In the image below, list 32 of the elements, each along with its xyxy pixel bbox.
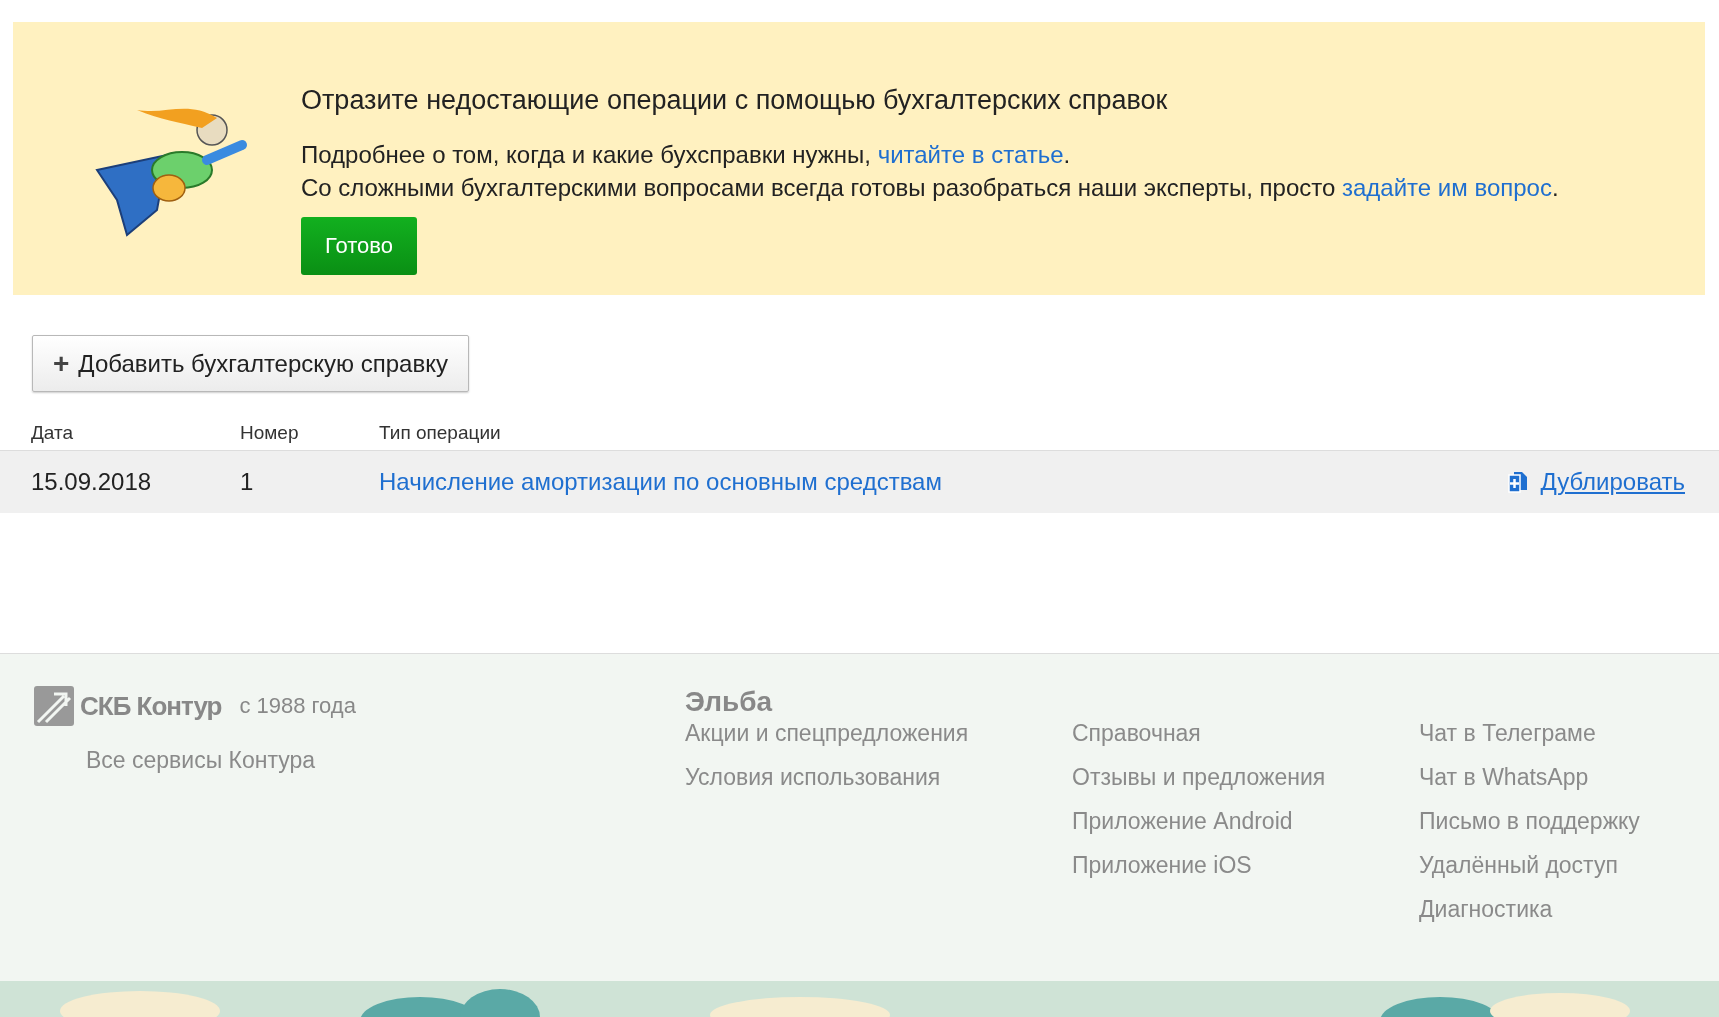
footer-link[interactable]: Чат в WhatsApp xyxy=(1419,764,1719,791)
since-text: с 1988 года xyxy=(239,693,356,719)
duplicate-icon xyxy=(1508,471,1529,493)
footer-link[interactable]: Приложение Android xyxy=(1072,808,1419,835)
date-cell: 15.09.2018 xyxy=(31,468,152,495)
footer-link[interactable]: Чат в Телеграме xyxy=(1419,720,1719,747)
table-row[interactable]: 15.09.2018 1 Начисление амортизации по основным средствам Дублировать xyxy=(0,451,1719,513)
banner-text: Подробнее о том, когда и какие бухсправки нужны, читайте в статье. xyxy=(301,140,1072,170)
banner-text: Со сложными бухгалтерскими вопросами всегда готовы разобраться наши эксперты, просто задайте им вопрос. xyxy=(301,173,1559,203)
article-link[interactable]: задайте им вопрос xyxy=(1342,174,1552,201)
duplicate-link[interactable]: Дублировать xyxy=(1540,468,1685,496)
footer-link[interactable]: Диагностика xyxy=(1419,896,1719,923)
done-button[interactable]: Готово xyxy=(301,217,417,275)
footer-link[interactable]: Отзывы и предложения xyxy=(1072,764,1419,791)
number-cell: 1 xyxy=(240,468,254,495)
product-name: Эльба xyxy=(685,686,774,718)
operation-link[interactable]: Начисление амортизации по основным средствам xyxy=(379,468,942,495)
footer-link[interactable]: Удалённый доступ xyxy=(1419,852,1719,879)
add-reference-button[interactable]: + Добавить бухгалтерскую справку xyxy=(32,335,469,392)
logo-icon xyxy=(34,686,74,726)
column-header: Тип операции xyxy=(379,422,501,443)
brand-name: СКБ Контур xyxy=(80,690,222,722)
column-header: Номер xyxy=(240,422,299,443)
footer-link[interactable]: Все сервисы Контура xyxy=(86,747,685,774)
column-header: Дата xyxy=(31,422,74,443)
footer-link[interactable]: Акции и спецпредложения xyxy=(685,720,1072,747)
footer-link[interactable]: Справочная xyxy=(1072,720,1419,747)
footer-link[interactable]: Письмо в поддержку xyxy=(1419,808,1719,835)
footer-link[interactable]: Условия использования xyxy=(685,764,1072,791)
footer-link[interactable]: Приложение iOS xyxy=(1072,852,1419,879)
article-link[interactable]: читайте в статье xyxy=(877,141,1064,168)
banner-title: Отразите недостающие операции с помощью бухгалтерских справок xyxy=(301,85,1169,116)
